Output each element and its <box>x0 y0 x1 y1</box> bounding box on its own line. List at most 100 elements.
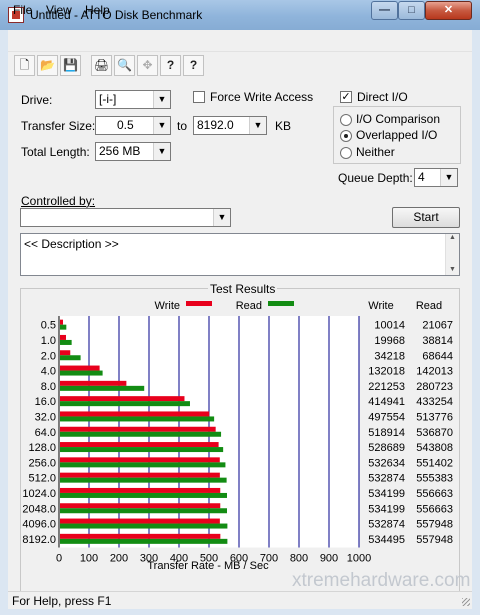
legend-read-label: Read <box>236 300 262 312</box>
transfer-size-to-select[interactable]: 8192.0 ▼ <box>193 116 267 135</box>
read-bar <box>60 431 222 437</box>
write-bar <box>60 334 66 340</box>
read-value: 551402 <box>416 457 453 469</box>
queue-depth-select[interactable]: 4 ▼ <box>414 168 458 187</box>
drive-value: [-i-] <box>99 92 117 106</box>
write-bar <box>60 396 185 402</box>
read-value: 557948 <box>416 534 453 546</box>
write-bar <box>60 442 219 448</box>
write-bar <box>60 350 71 356</box>
read-value: 555383 <box>416 473 453 485</box>
y-category-label: 128.0 <box>28 442 56 454</box>
read-bar <box>60 355 81 361</box>
plot-area: 0 100 200 300 400 500 600 700 800 900 10000.5 10014… <box>22 316 453 565</box>
y-category-label: 2048.0 <box>22 503 56 515</box>
read-value: 280723 <box>416 381 453 393</box>
menu-file[interactable]: File <box>13 3 32 17</box>
write-bar <box>60 518 220 524</box>
x-tick-label: 1000 <box>347 553 371 565</box>
scroll-up-icon[interactable]: ▲ <box>446 234 459 241</box>
neither-radio[interactable] <box>340 147 352 159</box>
total-length-value: 256 MB <box>99 144 141 158</box>
write-bar <box>60 487 221 493</box>
read-bar <box>60 492 227 498</box>
y-category-label: 64.0 <box>35 427 56 439</box>
io-comparison-radio[interactable] <box>340 114 352 126</box>
print-icon[interactable]: 🖨 <box>91 55 112 76</box>
controlled-by-select[interactable]: ▼ <box>20 208 231 227</box>
y-category-label: 8.0 <box>41 381 56 393</box>
write-value: 19968 <box>374 335 405 347</box>
write-value: 414941 <box>368 396 405 408</box>
read-value: 536870 <box>416 427 453 439</box>
write-bar <box>60 411 210 417</box>
menu-view[interactable]: View <box>46 3 72 17</box>
help-icon[interactable]: ? <box>160 55 181 76</box>
resize-grip-icon[interactable] <box>462 598 470 606</box>
read-bar <box>60 401 190 407</box>
read-bar <box>60 416 215 422</box>
context-help-icon[interactable]: ? <box>183 55 204 76</box>
write-bar <box>60 457 220 463</box>
read-value: 556663 <box>416 488 453 500</box>
menu-help[interactable]: Help <box>85 3 110 17</box>
description-text: << Description >> <box>24 237 119 251</box>
y-category-label: 2.0 <box>41 350 56 362</box>
write-value: 132018 <box>368 366 405 378</box>
maximize-button[interactable]: □ <box>398 1 425 20</box>
write-value: 34218 <box>374 350 405 362</box>
y-category-label: 512.0 <box>28 473 56 485</box>
write-value: 532634 <box>368 457 405 469</box>
new-document-icon[interactable]: 🗋 <box>14 55 35 76</box>
neither-label: Neither <box>356 145 395 159</box>
total-length-select[interactable]: 256 MB ▼ <box>95 142 171 161</box>
y-category-label: 4096.0 <box>22 519 56 531</box>
y-category-label: 4.0 <box>41 366 56 378</box>
write-value: 528689 <box>368 442 405 454</box>
kb-unit-label: KB <box>275 119 292 133</box>
save-icon[interactable]: 💾 <box>60 55 81 76</box>
x-tick-label: 200 <box>110 553 128 565</box>
read-value: 21067 <box>422 320 453 332</box>
description-scrollbar[interactable]: ▲ ▼ <box>445 234 459 275</box>
io-comparison-label: I/O Comparison <box>356 112 441 126</box>
force-write-access-label: Force Write Access <box>210 90 314 104</box>
close-button[interactable]: ✕ <box>425 1 472 20</box>
open-folder-icon[interactable]: 📂 <box>37 55 58 76</box>
read-bar <box>60 370 103 376</box>
write-value: 534495 <box>368 534 405 546</box>
queue-depth-value: 4 <box>418 170 425 184</box>
transfer-size-from-select[interactable]: 0.5 ▼ <box>95 116 171 135</box>
y-category-label: 16.0 <box>35 396 56 408</box>
read-bar <box>60 523 228 529</box>
y-category-label: 256.0 <box>28 457 56 469</box>
transfer-size-to-value: 8192.0 <box>197 118 234 132</box>
drive-select[interactable]: [-i-] ▼ <box>95 90 171 109</box>
description-textarea[interactable]: << Description >> ▲ ▼ <box>20 233 460 276</box>
read-bar <box>60 324 67 330</box>
read-column-header: Read <box>416 300 442 312</box>
move-icon[interactable]: ✥ <box>137 55 158 76</box>
transfer-size-label: Transfer Size: <box>21 119 96 133</box>
legend-write-swatch <box>186 301 212 306</box>
scroll-down-icon[interactable]: ▼ <box>446 266 459 273</box>
minimize-button[interactable]: — <box>371 1 398 20</box>
read-value: 68644 <box>422 350 453 362</box>
write-bar <box>60 426 216 432</box>
print-preview-icon[interactable]: 🔍 <box>114 55 135 76</box>
x-tick-label: 100 <box>80 553 98 565</box>
read-value: 142013 <box>416 366 453 378</box>
force-write-access-checkbox[interactable] <box>193 91 205 103</box>
read-bar <box>60 447 224 453</box>
write-value: 532874 <box>368 473 405 485</box>
direct-io-checkbox[interactable]: ✓ <box>340 91 352 103</box>
write-bar <box>60 472 220 478</box>
read-value: 513776 <box>416 411 453 423</box>
read-bar <box>60 462 226 468</box>
chevron-down-icon: ▼ <box>153 117 170 134</box>
read-bar <box>60 339 72 345</box>
start-button[interactable]: Start <box>392 207 460 228</box>
status-text: For Help, press F1 <box>12 594 112 608</box>
overlapped-io-radio[interactable] <box>340 130 352 142</box>
write-bar <box>60 533 221 539</box>
